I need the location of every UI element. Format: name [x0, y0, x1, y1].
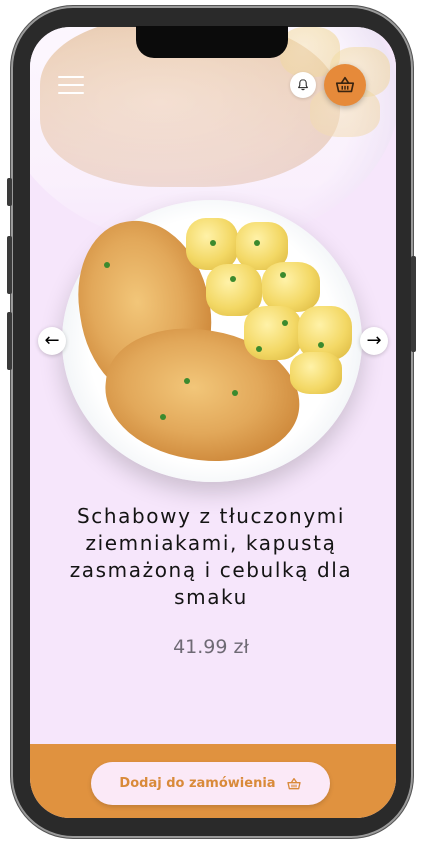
herb — [210, 240, 216, 246]
basket-icon — [286, 777, 301, 789]
carousel-prev-button[interactable]: ← — [38, 327, 66, 355]
arrow-right-icon: → — [366, 330, 382, 351]
product-title: Schabowy z tłuczonymi ziemniakami, kapus… — [69, 504, 353, 609]
side-button-left-2 — [7, 236, 12, 294]
hamburger-menu-icon[interactable] — [58, 76, 84, 96]
camera-notch — [136, 26, 288, 58]
carousel-next-button[interactable]: → — [360, 327, 388, 355]
side-button-left-3 — [7, 312, 12, 370]
potato — [262, 262, 320, 312]
cart-button[interactable] — [324, 64, 366, 106]
add-to-order-label: Dodaj do zamówienia — [119, 776, 276, 791]
herb — [184, 378, 190, 384]
herb — [282, 320, 288, 326]
basket-icon — [335, 76, 355, 93]
herb — [160, 414, 166, 420]
herb — [230, 276, 236, 282]
potato — [244, 306, 302, 360]
product-price: 41.99 zł — [173, 636, 249, 658]
herb — [232, 390, 238, 396]
herb — [256, 346, 262, 352]
side-button-left-1 — [7, 178, 12, 206]
bell-icon[interactable] — [290, 72, 316, 98]
herb — [104, 262, 110, 268]
herb — [280, 272, 286, 278]
herb — [318, 342, 324, 348]
herb — [254, 240, 260, 246]
side-button-right — [411, 256, 416, 352]
arrow-left-icon: ← — [44, 330, 60, 351]
add-to-order-button[interactable]: Dodaj do zamówienia — [91, 762, 330, 805]
potato — [290, 352, 342, 394]
